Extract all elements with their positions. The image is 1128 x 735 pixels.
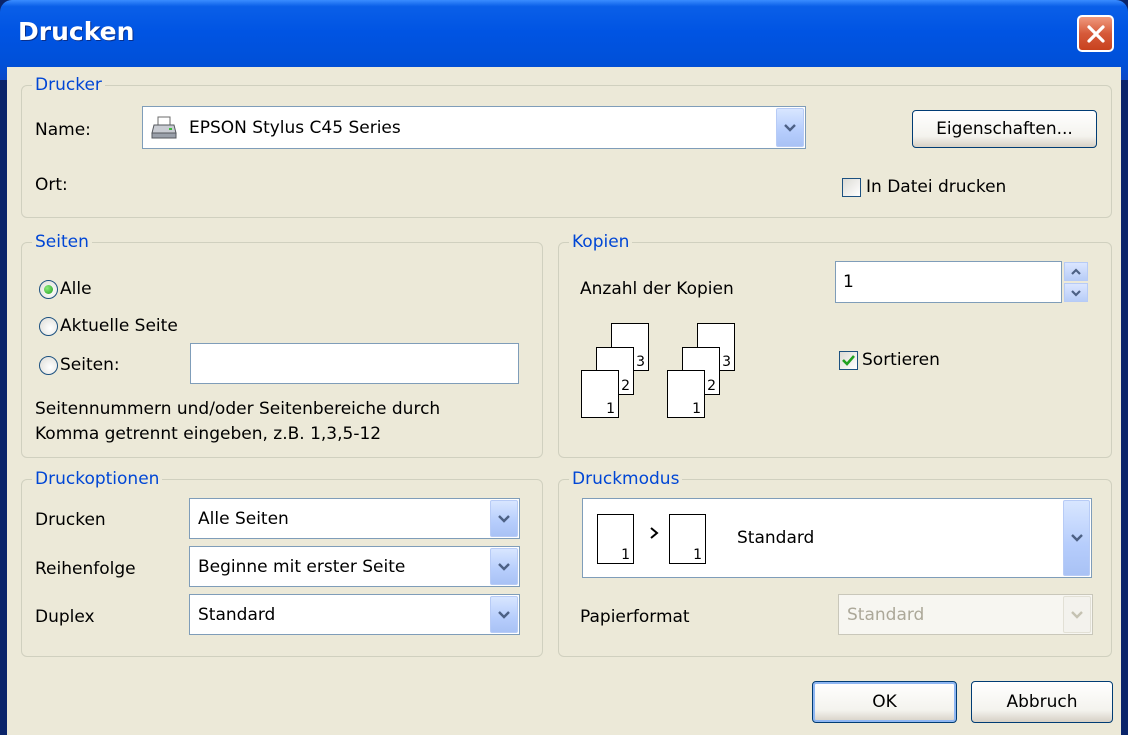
print-dialog: Drucken Drucker Name: EPSON Stylus C45 S… (0, 0, 1128, 735)
print-range-dropdown-button[interactable] (490, 500, 518, 537)
print-range-value: Alle Seiten (198, 508, 289, 529)
order-dropdown-button[interactable] (490, 548, 518, 585)
copies-count-label: Anzahl der Kopien (580, 279, 734, 299)
print-mode-dropdown-button[interactable] (1063, 500, 1090, 576)
chevron-down-icon (498, 562, 510, 571)
print-to-file-checkbox[interactable] (842, 178, 861, 197)
close-button[interactable] (1077, 15, 1114, 52)
print-to-file-label[interactable]: In Datei drucken (866, 176, 1006, 198)
radio-selected-dot (44, 285, 53, 294)
print-mode-group: Druckmodus 1 1 Standard Papierformat Sta… (558, 468, 1112, 657)
pages-hint-line1: Seitennummern und/oder Seitenbereiche du… (35, 399, 441, 419)
print-range-select[interactable]: Alle Seiten (189, 498, 520, 539)
printer-group-legend: Drucker (32, 74, 105, 96)
chevron-down-icon (1070, 534, 1083, 542)
radio-current-page[interactable] (39, 317, 58, 336)
mode-source-page: 1 (597, 514, 634, 564)
arrow-right-icon (650, 527, 659, 539)
copies-group-legend: Kopien (569, 231, 633, 253)
print-options-group: Druckoptionen Drucken Alle Seiten Reihen… (21, 468, 543, 657)
printer-name-label: Name: (35, 120, 91, 140)
stack2-page1: 1 (667, 370, 705, 418)
close-icon (1086, 24, 1105, 43)
spin-up-button[interactable] (1064, 262, 1088, 281)
pages-range-input[interactable] (190, 343, 519, 384)
print-mode-select[interactable]: 1 1 Standard (582, 498, 1092, 578)
paper-format-select: Standard (838, 594, 1093, 635)
properties-button[interactable]: Eigenschaften... (912, 110, 1097, 148)
paper-format-dropdown-button (1063, 596, 1091, 633)
order-label: Reihenfolge (35, 559, 136, 579)
mode-target-page: 1 (669, 514, 706, 564)
chevron-down-icon (1071, 610, 1083, 619)
radio-all[interactable] (39, 280, 58, 299)
printer-location-label: Ort: (35, 175, 68, 195)
chevron-down-icon (784, 123, 796, 132)
print-mode-value: Standard (737, 528, 815, 548)
pages-group-legend: Seiten (32, 231, 92, 253)
window-title: Drucken (18, 17, 135, 46)
duplex-select[interactable]: Standard (189, 594, 520, 635)
ok-button[interactable]: OK (812, 681, 957, 723)
print-mode-group-legend: Druckmodus (569, 468, 683, 490)
checkmark-icon (842, 355, 855, 366)
copies-spinner[interactable] (1064, 262, 1088, 302)
radio-current-page-label[interactable]: Aktuelle Seite (60, 315, 178, 337)
chevron-up-icon (1071, 267, 1081, 275)
print-options-group-legend: Druckoptionen (32, 468, 163, 490)
cancel-button[interactable]: Abbruch (971, 681, 1113, 723)
collate-label[interactable]: Sortieren (862, 349, 940, 371)
duplex-dropdown-button[interactable] (490, 596, 518, 633)
print-range-label: Drucken (35, 510, 106, 530)
copies-group: Kopien Anzahl der Kopien 1 3 2 1 3 2 1 S… (558, 231, 1112, 458)
collate-checkbox[interactable] (839, 351, 858, 370)
copies-count-input[interactable]: 1 (835, 261, 1062, 303)
duplex-value: Standard (198, 604, 276, 625)
stack1-page1: 1 (581, 370, 619, 418)
spin-down-button[interactable] (1064, 283, 1088, 302)
collate-illustration: 3 2 1 3 2 1 (581, 323, 761, 443)
printer-icon (151, 116, 177, 145)
chevron-down-icon (1071, 289, 1081, 297)
order-select[interactable]: Beginne mit erster Seite (189, 546, 520, 587)
order-value: Beginne mit erster Seite (198, 556, 406, 577)
pages-group: Seiten Alle Aktuelle Seite Seiten: Seite… (21, 231, 543, 458)
paper-format-label: Papierformat (580, 607, 690, 627)
pages-hint-line2: Komma getrennt eingeben, z.B. 1,3,5-12 (35, 424, 382, 444)
radio-pages[interactable] (39, 356, 58, 375)
copies-count-value: 1 (843, 272, 854, 292)
dialog-body: Drucker Name: EPSON Stylus C45 Series Ei… (7, 67, 1121, 735)
chevron-down-icon (498, 514, 510, 523)
printer-select-value: EPSON Stylus C45 Series (189, 117, 401, 138)
radio-pages-label[interactable]: Seiten: (60, 354, 120, 376)
chevron-down-icon (498, 610, 510, 619)
printer-select[interactable]: EPSON Stylus C45 Series (142, 106, 806, 149)
printer-group: Drucker Name: EPSON Stylus C45 Series Ei… (21, 74, 1112, 218)
printer-dropdown-button[interactable] (776, 108, 804, 147)
radio-all-label[interactable]: Alle (60, 278, 92, 300)
paper-format-value: Standard (847, 604, 925, 625)
duplex-label: Duplex (35, 607, 95, 627)
